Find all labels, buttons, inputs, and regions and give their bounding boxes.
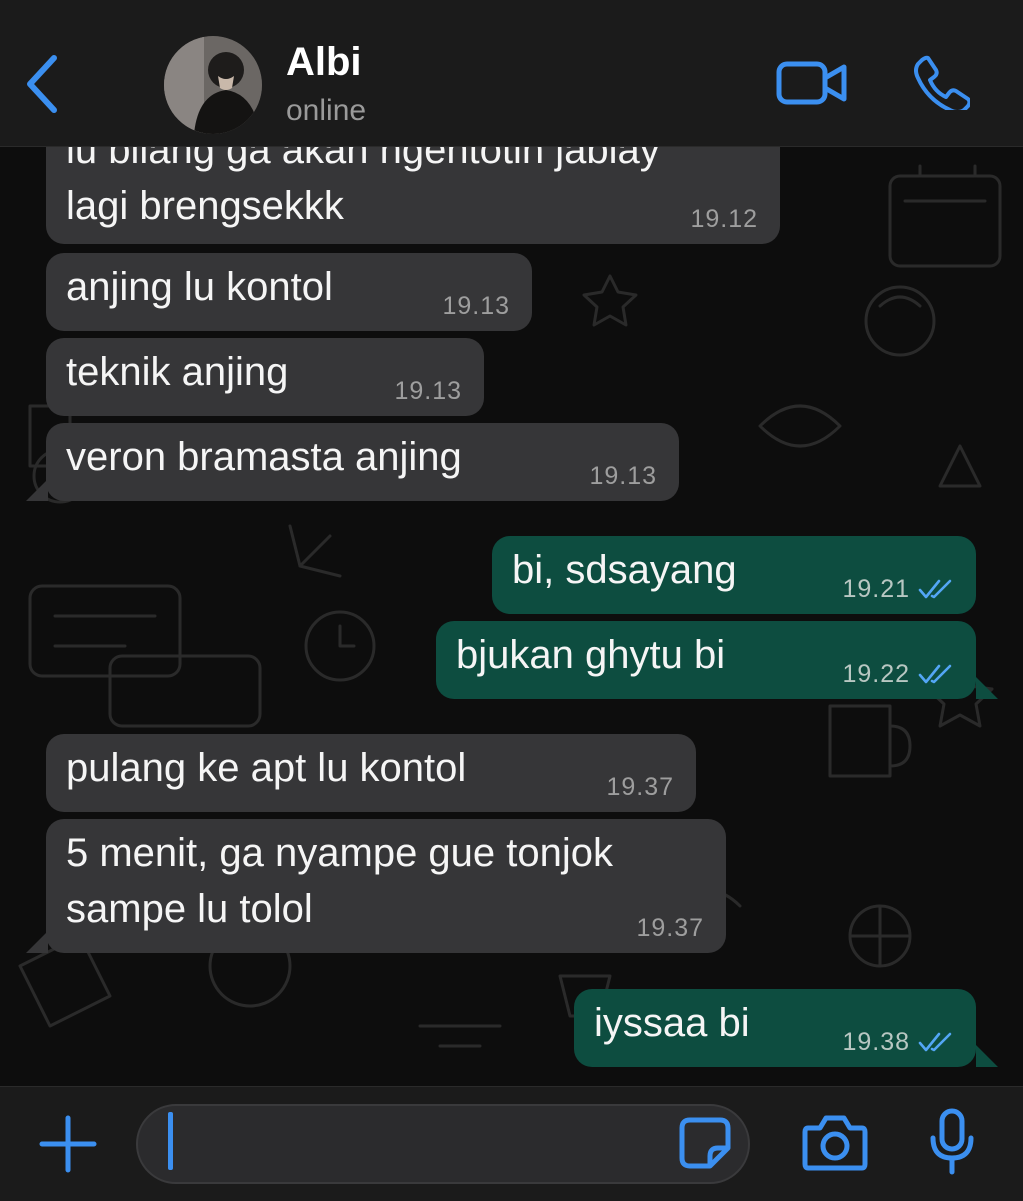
video-camera-icon[interactable] — [776, 58, 848, 108]
message-input[interactable] — [136, 1104, 750, 1184]
avatar-image — [164, 36, 262, 134]
chat-area[interactable]: lu bilang ga akan ngentotin jablay lagi … — [0, 146, 1023, 1086]
bubble-tail — [26, 931, 48, 953]
message-bubble[interactable]: iyssaa bi 19.38 — [574, 989, 976, 1067]
message-text: sampe lu tolol — [66, 887, 313, 931]
text-cursor — [168, 1112, 173, 1170]
phone-icon[interactable] — [914, 54, 970, 110]
message-bubble[interactable]: 5 menit, ga nyampe gue tonjok sampe lu t… — [46, 819, 726, 953]
message-text: veron bramasta anjing — [66, 435, 462, 479]
bubble-tail — [976, 1045, 998, 1067]
double-check-icon — [918, 664, 952, 684]
camera-icon[interactable] — [802, 1112, 868, 1172]
microphone-icon[interactable] — [928, 1108, 976, 1176]
plus-icon[interactable] — [38, 1114, 98, 1174]
message-text: pulang ke apt lu kontol — [66, 746, 467, 790]
message-time: 19.21 — [842, 575, 910, 603]
contact-name[interactable]: Albi — [286, 40, 362, 85]
message-bubble[interactable]: anjing lu kontol 19.13 — [46, 253, 532, 331]
message-text: lu bilang ga akan ngentotin jablay — [66, 146, 660, 172]
message-bubble[interactable]: bjukan ghytu bi 19.22 — [436, 621, 976, 699]
bubble-tail — [26, 479, 48, 501]
message-time: 19.13 — [589, 462, 657, 490]
message-time: 19.37 — [606, 773, 674, 801]
message-bubble[interactable]: teknik anjing 19.13 — [46, 338, 484, 416]
avatar[interactable] — [164, 36, 262, 134]
message-bubble[interactable]: lu bilang ga akan ngentotin jablay lagi … — [46, 146, 780, 244]
message-time: 19.13 — [394, 377, 462, 405]
message-time: 19.12 — [690, 205, 758, 233]
message-bubble[interactable]: pulang ke apt lu kontol 19.37 — [46, 734, 696, 812]
message-time: 19.13 — [442, 292, 510, 320]
message-bubble[interactable]: bi, sdsayang 19.21 — [492, 536, 976, 614]
message-time: 19.22 — [842, 660, 910, 688]
message-time: 19.37 — [636, 914, 704, 942]
contact-status: online — [286, 94, 367, 127]
chat-header: Albi online — [0, 0, 1023, 147]
bubble-tail — [976, 677, 998, 699]
message-bubble[interactable]: veron bramasta anjing 19.13 — [46, 423, 679, 501]
message-text: lagi brengsekkk — [66, 184, 344, 228]
double-check-icon — [918, 1032, 952, 1052]
double-check-icon — [918, 579, 952, 599]
message-time: 19.38 — [842, 1028, 910, 1056]
message-text: 5 menit, ga nyampe gue tonjok — [66, 831, 614, 875]
chevron-left-icon[interactable] — [22, 52, 62, 116]
sticker-icon[interactable] — [678, 1116, 732, 1170]
